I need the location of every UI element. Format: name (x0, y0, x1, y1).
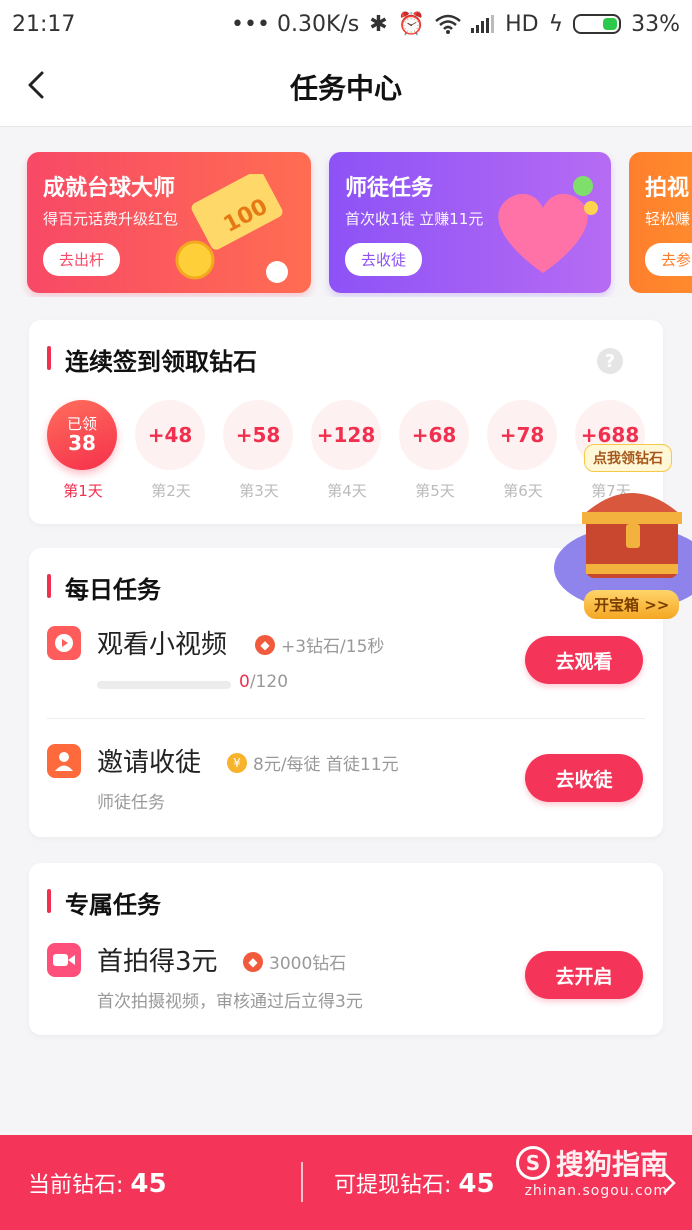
divider (301, 1162, 303, 1202)
sogou-watermark: S 搜狗指南 zhinan.sogou.com (515, 1143, 668, 1199)
camera-icon (47, 943, 81, 977)
charging-icon: ϟ (548, 11, 564, 37)
reward-text: 3000钻石 (269, 954, 347, 974)
signin-day-1[interactable]: 已领 38 第1天 (47, 400, 119, 501)
day-label: 第2天 (151, 482, 191, 500)
day-reward: +128 (311, 400, 381, 470)
signin-day-5[interactable]: +68 第5天 (399, 400, 471, 501)
task-first-shoot: 首拍得3元 ◆ 3000钻石 首次拍摄视频，审核通过后立得3元 去开启 (47, 941, 645, 1021)
watch-button[interactable]: 去观看 (525, 636, 643, 684)
day-reward: +68 (399, 400, 469, 470)
task-reward: ◆ 3000钻石 (243, 949, 346, 974)
current-label: 当前钻石: (28, 1173, 131, 1198)
task-subtitle: 师徒任务 (97, 793, 165, 813)
alarm-icon: ⏰ (397, 11, 426, 37)
treasure-chest[interactable]: 点我领钻石 开宝箱 >> (552, 440, 692, 630)
wifi-icon (435, 14, 461, 34)
banner-subtitle: 轻松赚 (645, 210, 691, 228)
battery-icon (573, 14, 622, 34)
progress-current: 0 (239, 672, 250, 692)
banner-apprentice[interactable]: 师徒任务 首次收1徒 立赚11元 去收徒 (329, 152, 611, 293)
watermark-brand: 搜狗指南 (555, 1148, 668, 1181)
watermark-url: zhinan.sogou.com (524, 1183, 668, 1199)
banner-video[interactable]: 拍视 轻松赚 去参 (629, 152, 692, 293)
withdrawable-diamonds[interactable]: 可提现钻石: 45 (334, 1167, 495, 1199)
signin-title: 连续签到领取钻石 (47, 342, 257, 377)
withdrawable-label: 可提现钻石: (334, 1173, 459, 1198)
day-reward: 38 (68, 431, 96, 455)
invite-button[interactable]: 去收徒 (525, 754, 643, 802)
diamond-icon: ◆ (243, 951, 263, 972)
day-circle: 已领 38 (47, 400, 117, 470)
progress-total: /120 (249, 672, 289, 692)
signin-day-2[interactable]: +48 第2天 (135, 400, 207, 501)
day-label: 第1天 (63, 482, 103, 500)
open-chest-button[interactable]: 开宝箱 >> (584, 590, 680, 619)
exclusive-tasks-card: 专属任务 首拍得3元 ◆ 3000钻石 首次拍摄视频，审核通过后立得3元 去开启 (29, 863, 663, 1035)
exclusive-title: 专属任务 (47, 885, 161, 920)
banner-carousel[interactable]: 成就台球大师 得百元话费升级红包 去出杆 100 师徒任务 首次收1徒 立赚11… (0, 152, 692, 297)
reward-text: 8元/每徒 首徒11元 (253, 755, 399, 775)
sogou-logo-icon: S (515, 1146, 550, 1180)
play-video-icon (47, 626, 81, 660)
page-title: 任务中心 (289, 72, 402, 105)
status-indicators: ••• 0.30K/s ✱ ⏰ HD ϟ 33% (231, 12, 680, 37)
status-time: 21:17 (12, 11, 76, 37)
banner-billiards[interactable]: 成就台球大师 得百元话费升级红包 去出杆 100 (27, 152, 311, 293)
treasure-tip: 点我领钻石 (584, 444, 672, 472)
signal-icon (471, 15, 495, 33)
reward-text: +3钻石/15秒 (281, 637, 385, 657)
start-button[interactable]: 去开启 (525, 951, 643, 999)
current-value: 45 (130, 1169, 167, 1199)
progress-bar (97, 681, 231, 689)
battery-percent: 33% (631, 11, 680, 37)
day-reward: +48 (135, 400, 205, 470)
task-name: 首拍得3元 (97, 947, 218, 977)
daily-title: 每日任务 (47, 570, 161, 605)
day-label: 第5天 (415, 482, 455, 500)
progress-text: 0/120 (239, 672, 288, 692)
network-speed: ••• 0.30K/s (231, 11, 360, 37)
banner-title: 拍视 (645, 176, 690, 201)
task-reward: ◆ +3钻石/15秒 (255, 632, 384, 657)
task-subtitle: 首次拍摄视频，审核通过后立得3元 (97, 992, 363, 1012)
signin-day-4[interactable]: +128 第4天 (311, 400, 383, 501)
bluetooth-icon: ✱ (369, 11, 388, 37)
banner-button[interactable]: 去参 (645, 243, 692, 276)
nav-bar: 任务中心 (0, 48, 692, 127)
day-reward: +58 (223, 400, 293, 470)
task-name: 观看小视频 (97, 630, 228, 660)
network-type: HD (505, 11, 539, 37)
status-bar: 21:17 ••• 0.30K/s ✱ ⏰ HD ϟ 33% (0, 0, 692, 48)
yuan-coin-icon: ¥ (227, 752, 247, 773)
claimed-label: 已领 (66, 415, 97, 433)
withdrawable-value: 45 (458, 1169, 495, 1199)
day-label: 第4天 (327, 482, 367, 500)
current-diamonds: 当前钻石: 45 (28, 1167, 167, 1199)
signin-day-3[interactable]: +58 第3天 (223, 400, 295, 501)
back-arrow-icon[interactable] (22, 70, 52, 100)
banner-button[interactable]: 去收徒 (345, 243, 423, 276)
task-watch-video: 观看小视频 ◆ +3钻石/15秒 0/120 去观看 (47, 624, 645, 704)
help-icon[interactable]: ? (597, 348, 623, 374)
heart-gift-icon (498, 176, 598, 273)
chevron-right-icon[interactable] (662, 1171, 676, 1195)
diamond-icon: ◆ (255, 634, 275, 655)
day-reward: +78 (487, 400, 557, 470)
task-name: 邀请收徒 (97, 748, 202, 778)
diamond-balance-bar: 当前钻石: 45 可提现钻石: 45 S 搜狗指南 zhinan.sogou.co… (0, 1135, 692, 1230)
money-hand-icon: 100 (175, 174, 288, 283)
banner-button[interactable]: 去出杆 (43, 243, 121, 276)
user-icon (47, 744, 81, 778)
day-label: 第3天 (239, 482, 279, 500)
signin-day-6[interactable]: +78 第6天 (487, 400, 559, 501)
divider (47, 718, 645, 719)
day-label: 第6天 (503, 482, 543, 500)
task-reward: ¥ 8元/每徒 首徒11元 (227, 750, 399, 775)
task-invite: 邀请收徒 ¥ 8元/每徒 首徒11元 师徒任务 去收徒 (47, 742, 645, 822)
